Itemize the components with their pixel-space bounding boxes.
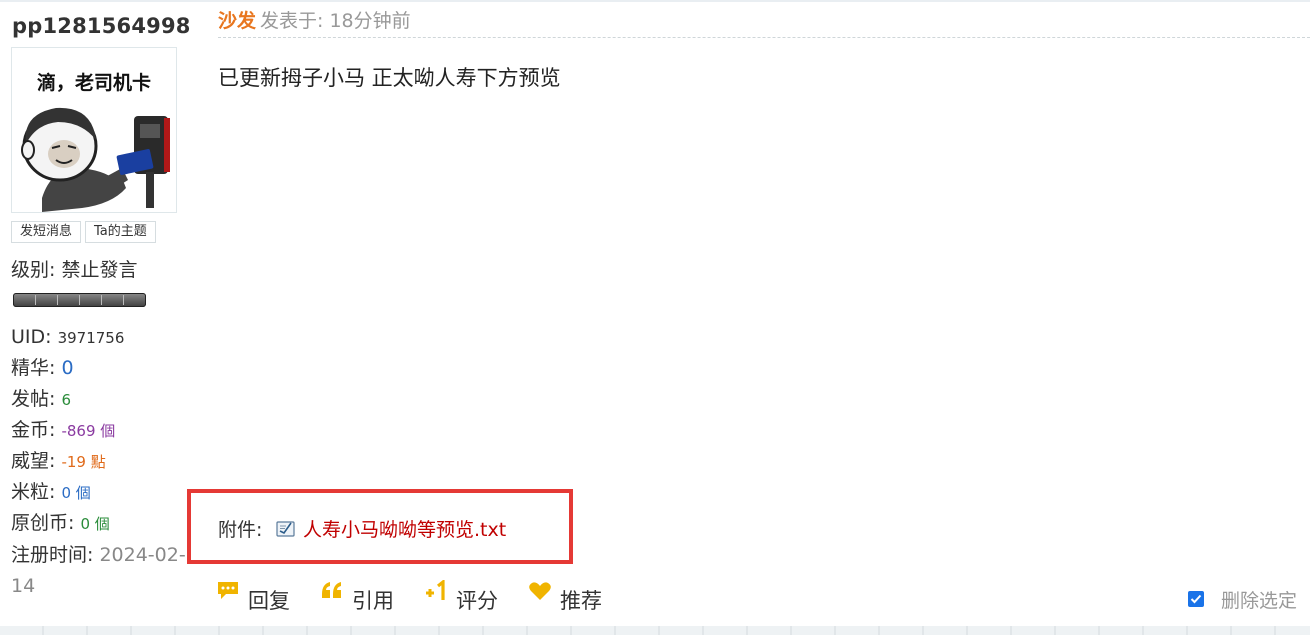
checkmark-icon bbox=[1190, 594, 1202, 604]
stat-posts-label: 发帖: bbox=[11, 388, 62, 410]
quote-label: 引用 bbox=[352, 589, 394, 613]
avatar-illustration bbox=[21, 107, 170, 212]
post-header: 沙发 发表于: 18分钟前 bbox=[218, 6, 1310, 38]
user-topics-button[interactable]: Ta的主题 bbox=[85, 221, 156, 243]
stat-gold-value: -869 個 bbox=[61, 422, 116, 440]
reply-label: 回复 bbox=[248, 589, 290, 613]
recommend-label: 推荐 bbox=[560, 589, 602, 613]
send-message-button[interactable]: 发短消息 bbox=[11, 221, 82, 243]
attachment-label: 附件: bbox=[218, 519, 263, 541]
user-action-buttons: 发短消息 Ta的主题 bbox=[11, 221, 156, 243]
post-time: 发表于: 18分钟前 bbox=[260, 10, 411, 32]
rate-label: 评分 bbox=[456, 589, 498, 613]
attachment-link[interactable]: 人寿小马呦呦等预览.txt bbox=[303, 515, 506, 542]
user-stats: UID: 3971756 精华: 0 发帖: 6 金币: -869 個 威望: … bbox=[11, 322, 124, 539]
stat-uid: UID: 3971756 bbox=[11, 322, 124, 353]
stat-rice-label: 米粒: bbox=[11, 481, 62, 503]
stat-prestige-label: 威望: bbox=[11, 450, 62, 472]
stat-prestige: 威望: -19 點 bbox=[11, 446, 124, 477]
username[interactable]: pp1281564998 bbox=[12, 14, 191, 38]
stat-original-coins-value: 0 個 bbox=[80, 515, 110, 533]
avatar[interactable]: 滴，老司机卡 bbox=[11, 47, 177, 213]
top-border bbox=[0, 0, 1310, 2]
delete-selected-label[interactable]: 删除选定 bbox=[1221, 586, 1297, 613]
post-content: 已更新拇子小马 正太呦人寿下方预览 bbox=[218, 66, 561, 90]
stat-digest-label: 精华: bbox=[11, 357, 62, 379]
stat-gold: 金币: -869 個 bbox=[11, 415, 124, 446]
bottom-divider bbox=[0, 626, 1310, 635]
stat-rice: 米粒: 0 個 bbox=[11, 477, 124, 508]
post-floor[interactable]: 沙发 bbox=[218, 10, 256, 32]
stat-posts: 发帖: 6 bbox=[11, 384, 124, 415]
stat-digest-value[interactable]: 0 bbox=[61, 357, 73, 379]
stat-gold-label: 金币: bbox=[11, 419, 62, 441]
stat-posts-value: 6 bbox=[61, 391, 71, 409]
stat-uid-label: UID: bbox=[11, 326, 58, 348]
quote-icon bbox=[322, 582, 341, 598]
text-file-icon bbox=[276, 521, 295, 537]
reply-icon bbox=[218, 582, 238, 599]
stat-uid-value: 3971756 bbox=[57, 329, 125, 347]
plus-one-icon bbox=[426, 580, 445, 600]
level-bar bbox=[13, 293, 146, 307]
stat-original-coins-label: 原创币: bbox=[11, 512, 81, 534]
stat-digest: 精华: 0 bbox=[11, 353, 124, 384]
stat-rice-value: 0 個 bbox=[61, 484, 91, 502]
heart-icon bbox=[529, 582, 551, 600]
stat-reg-time: 注册时间: 2024-02-14 bbox=[11, 540, 191, 602]
stat-original-coins: 原创币: 0 個 bbox=[11, 508, 124, 539]
stat-reg-time-label: 注册时间: bbox=[11, 544, 100, 566]
stat-prestige-value: -19 點 bbox=[61, 453, 106, 471]
delete-select-checkbox[interactable] bbox=[1188, 591, 1204, 607]
user-sidebar: pp1281564998 滴，老司机卡 发短消息Ta的主题 级别: 禁止發言 bbox=[0, 0, 195, 626]
user-level: 级别: 禁止發言 bbox=[11, 259, 138, 281]
